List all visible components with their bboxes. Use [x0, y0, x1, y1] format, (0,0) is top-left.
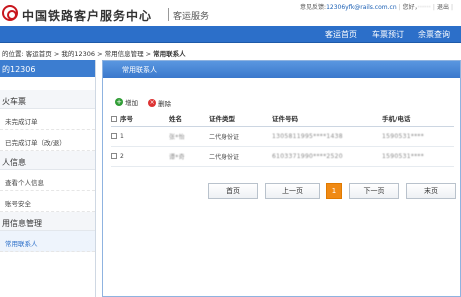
row-id-type: 二代身份证 [209, 126, 272, 147]
row-id-number: 6103371990****2520 [272, 146, 382, 167]
sidebar-item-unfinished-orders[interactable]: 未完成订单 [0, 109, 95, 130]
row-index: 2 [120, 152, 124, 160]
sidebar-group-common-info: 用信息管理 [0, 212, 95, 231]
table-header-row: 序号 姓名 证件类型 证件号码 手机/电话 [111, 111, 454, 127]
first-page-button[interactable]: 首页 [208, 183, 258, 199]
sidebar-group-personal-info: 人信息 [0, 151, 95, 170]
contacts-toolbar: + 增加 × 删除 [115, 97, 179, 108]
sidebar-group-tickets: 火车票 [0, 90, 95, 109]
row-index-cell: 2 [111, 146, 169, 167]
sidebar-item-view-profile[interactable]: 查看个人信息 [0, 170, 95, 191]
nav-ticket-booking[interactable]: 车票预订 [372, 29, 404, 40]
feedback-label: 意见反馈: [300, 4, 327, 11]
add-icon: + [115, 98, 123, 106]
row-index-cell: 1 [111, 126, 169, 147]
last-page-button[interactable]: 末页 [406, 183, 456, 199]
add-contact-button[interactable]: + 增加 [115, 97, 138, 107]
nav-passenger-home[interactable]: 客运首页 [325, 29, 357, 40]
row-name[interactable]: 张*怡 [169, 126, 209, 147]
sidebar-item-finished-orders[interactable]: 已完成订单（改/退） [0, 130, 95, 151]
delete-contact-button[interactable]: × 删除 [148, 98, 171, 108]
table-row[interactable]: 1 张*怡 二代身份证 1305811995****1438 1590531**… [111, 126, 454, 147]
service-title: 客运服务 [173, 12, 210, 22]
row-index: 1 [120, 132, 124, 140]
column-header-phone: 手机/电话 [382, 111, 454, 127]
column-header-id-type: 证件类型 [209, 111, 272, 127]
breadcrumb: 的位置: 客运首页 > 我的12306 > 常用信息管理 > 常用联系人 [0, 45, 461, 58]
main-nav: 客运首页 车票预订 余票查询 [0, 26, 461, 43]
row-id-number: 1305811995****1438 [272, 126, 382, 147]
breadcrumb-path[interactable]: 的位置: 客运首页 > 我的12306 > 常用信息管理 > [2, 50, 153, 58]
select-all-checkbox[interactable] [111, 116, 117, 123]
username: ······ [417, 4, 431, 11]
site-title[interactable]: 中国铁路客户服务中心 [22, 7, 152, 24]
row-checkbox[interactable] [111, 133, 117, 139]
prev-page-button[interactable]: 上一页 [265, 183, 320, 199]
contacts-panel: 常用联系人 + 增加 × 删除 序号 姓名 证件类型 证件号码 手机/电话 1 张*… [102, 60, 461, 297]
top-links: 意见反馈:12306yfk@rails.com.cn | 您好，······ | 退出 | [300, 2, 455, 11]
column-header-index: 序号 [111, 111, 169, 127]
table-row[interactable]: 2 谭*奇 二代身份证 6103371990****2520 1590531**… [111, 146, 454, 167]
row-phone: 1590531**** [382, 146, 454, 167]
delete-icon: × [148, 99, 157, 107]
site-header: 中国铁路客户服务中心 客运服务 意见反馈:12306yfk@rails.com.… [0, 0, 461, 26]
sidebar-item-account-security[interactable]: 账号安全 [0, 191, 95, 212]
sidebar-item-contacts[interactable]: 常用联系人 [0, 231, 95, 252]
exit-link[interactable]: 退出 [437, 4, 449, 11]
feedback-email-link[interactable]: 12306yfk@rails.com.cn [326, 4, 397, 11]
link-separator: | [450, 4, 453, 11]
add-label: 增加 [125, 99, 138, 107]
next-page-button[interactable]: 下一页 [349, 183, 399, 199]
breadcrumb-current: 常用联系人 [153, 50, 186, 58]
row-id-type: 二代身份证 [209, 146, 272, 167]
nav-remaining-tickets[interactable]: 余票查询 [418, 29, 450, 40]
title-divider [168, 8, 169, 21]
sidebar-header: 的12306 [0, 60, 95, 77]
contacts-table: 序号 姓名 证件类型 证件号码 手机/电话 1 张*怡 二代身份证 130581… [111, 111, 454, 167]
column-header-id-number: 证件号码 [272, 111, 382, 127]
current-page-button[interactable]: 1 [326, 183, 342, 199]
row-name[interactable]: 谭*奇 [169, 146, 209, 167]
greeting-text: 您好， [402, 4, 418, 11]
sidebar: 的12306 火车票 未完成订单 已完成订单（改/退） 人信息 查看个人信息 账… [0, 60, 96, 297]
panel-title: 常用联系人 [103, 61, 460, 78]
row-checkbox[interactable] [111, 153, 117, 159]
delete-label: 删除 [158, 100, 172, 108]
column-header-name: 姓名 [169, 111, 209, 127]
row-phone: 1590531**** [382, 126, 454, 147]
column-label: 序号 [120, 115, 133, 124]
railway-logo-icon[interactable] [2, 5, 18, 21]
